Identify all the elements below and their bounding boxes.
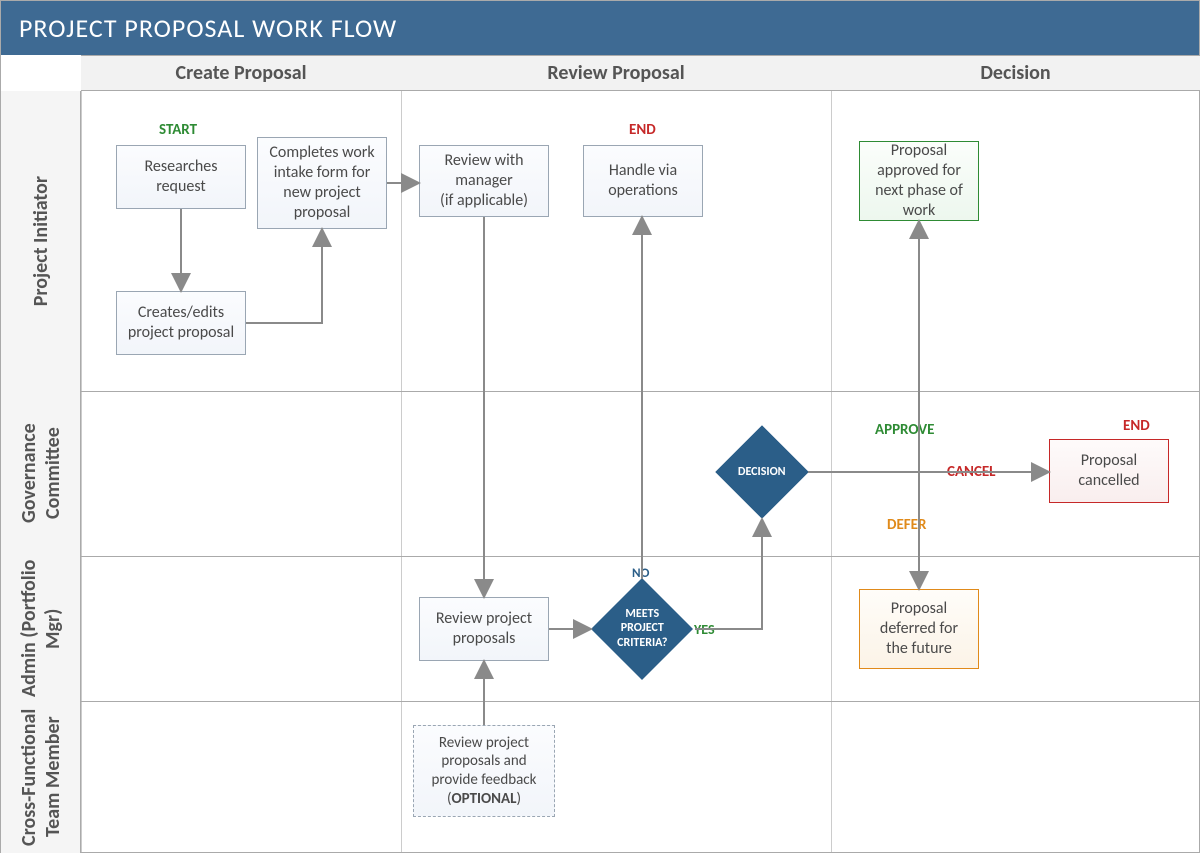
col-header-review: Review Proposal: [401, 55, 831, 91]
workflow-diagram: PROJECT PROPOSAL WORK FLOW Create Propos…: [0, 0, 1200, 853]
node-creates: Creates/edits project proposal: [116, 291, 246, 355]
col-sep-1: [401, 55, 402, 852]
label-yes: YES: [694, 621, 715, 638]
title-bar: PROJECT PROPOSAL WORK FLOW: [1, 1, 1199, 55]
lane-header-cross: Cross-Functional Team Member: [1, 701, 81, 853]
label-defer: DEFER: [887, 516, 926, 534]
col-header-decision: Decision: [831, 55, 1200, 91]
lane-header-initiator: Project Initiator: [1, 91, 81, 391]
node-decision: DECISION: [715, 425, 808, 518]
row-sep-1: [1, 391, 1199, 392]
node-cancelled: Proposal cancelled: [1049, 439, 1169, 503]
node-handle-ops: Handle via operations: [583, 145, 703, 217]
diagram-title: PROJECT PROPOSAL WORK FLOW: [19, 12, 397, 44]
node-intake: Completes work intake form for new proje…: [257, 137, 387, 229]
node-cross-review: Review project proposals and provide fee…: [413, 725, 555, 817]
label-end: END: [629, 121, 656, 139]
col-sep-2: [831, 55, 832, 852]
node-deferred: Proposal deferred for the future: [859, 589, 979, 669]
node-approved: Proposal approved for next phase of work: [859, 141, 979, 221]
node-review-proj: Review project proposals: [419, 597, 549, 661]
lane-header-governance: Governance Committee: [1, 391, 81, 556]
label-end2: END: [1123, 417, 1150, 435]
row-sep-2: [1, 556, 1199, 557]
node-review-mgr: Review with manager (if applicable): [419, 145, 549, 217]
col-header-create: Create Proposal: [81, 55, 401, 91]
row-sep-3: [1, 701, 1199, 702]
col-sep-lane: [81, 55, 82, 852]
label-start: START: [159, 121, 197, 139]
node-criteria: MEETS PROJECT CRITERIA?: [591, 578, 693, 680]
node-research: Researches request: [116, 145, 246, 209]
lane-header-admin: Admin (Portfolio Mgr): [1, 556, 81, 701]
label-approve: APPROVE: [875, 421, 934, 439]
label-cancel: CANCEL: [947, 463, 996, 481]
